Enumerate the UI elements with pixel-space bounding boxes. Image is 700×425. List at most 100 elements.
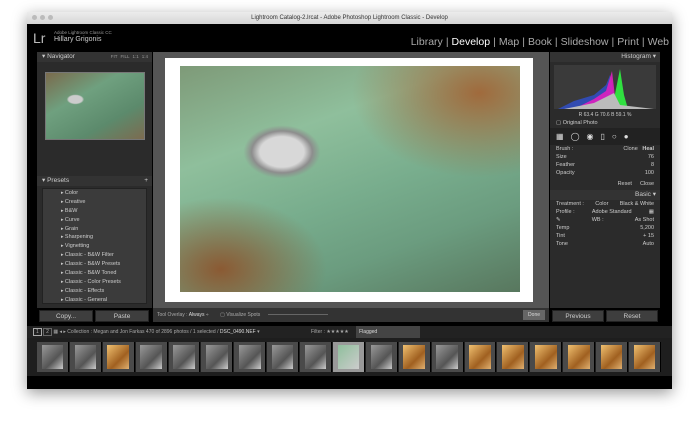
page-1[interactable]: 1 — [33, 328, 42, 336]
brush-label: Brush : — [556, 146, 574, 152]
filmstrip-thumb[interactable] — [201, 342, 234, 372]
preset-folder[interactable]: Classic - Color Presets — [43, 278, 146, 287]
tint-slider[interactable]: Tint + 15 — [550, 232, 660, 240]
filmstrip-thumb[interactable] — [102, 342, 135, 372]
preset-folder[interactable]: Creative — [43, 198, 146, 207]
red-eye-icon[interactable]: ◉ — [587, 132, 594, 141]
module-library[interactable]: Library — [411, 36, 443, 48]
previous-button[interactable]: Previous — [552, 310, 604, 322]
filmstrip-thumb[interactable] — [629, 342, 661, 372]
filmstrip-thumb[interactable] — [530, 342, 563, 372]
filmstrip-thumb[interactable] — [234, 342, 267, 372]
preset-folder[interactable]: Classic - Effects — [43, 287, 146, 296]
treatment-label: Treatment : — [556, 201, 584, 207]
paste-button[interactable]: Paste — [95, 310, 149, 322]
zoom-fill[interactable]: FILL — [120, 52, 129, 62]
preset-folder[interactable]: Classic - General — [43, 296, 146, 305]
collection-label[interactable]: Collection : Megan and Jon Farkas — [67, 329, 144, 335]
tint-value[interactable]: + 15 — [643, 233, 654, 239]
spot-removal-icon[interactable]: ◯ — [571, 132, 580, 141]
eyedropper-icon[interactable]: ✎ — [556, 217, 561, 223]
filmstrip-thumb[interactable] — [135, 342, 168, 372]
temp-value[interactable]: 5,200 — [640, 225, 654, 231]
filmstrip-thumb[interactable] — [464, 342, 497, 372]
rating-filter[interactable]: ★★★★★ — [326, 329, 350, 335]
brush-reset-button[interactable]: Reset — [618, 181, 632, 187]
preset-folder[interactable]: Classic - B&W Filter — [43, 251, 146, 260]
histogram-graph — [558, 69, 654, 109]
original-photo-checkbox[interactable]: ▢ Original Photo — [550, 118, 660, 128]
filter-select[interactable]: Flagged — [356, 326, 421, 338]
module-web[interactable]: Web — [648, 36, 669, 48]
page-2[interactable]: 2 — [43, 328, 52, 336]
module-map[interactable]: Map — [499, 36, 519, 48]
preset-folder[interactable]: Classic - B&W Toned — [43, 269, 146, 278]
histogram-header[interactable]: Histogram ▾ — [550, 52, 660, 62]
copy-button[interactable]: Copy... — [39, 310, 93, 322]
grid-icon[interactable]: ▦ — [53, 329, 58, 335]
preset-folder[interactable]: Sharpening — [43, 233, 146, 242]
visualize-spots-checkbox[interactable]: ▢ — [220, 312, 225, 318]
module-develop[interactable]: Develop — [452, 36, 491, 48]
filmstrip-thumb[interactable] — [267, 342, 300, 372]
heal-button[interactable]: Heal — [642, 146, 654, 152]
tool-overlay-select[interactable]: Always — [189, 312, 205, 318]
size-value[interactable]: 76 — [648, 154, 654, 160]
presets-title: Presets — [47, 177, 70, 184]
filmstrip-thumb[interactable] — [37, 342, 69, 372]
filmstrip — [27, 338, 672, 376]
reset-button[interactable]: Reset — [606, 310, 658, 322]
done-button[interactable]: Done — [523, 310, 545, 320]
module-book[interactable]: Book — [528, 36, 552, 48]
filmstrip-thumb[interactable] — [398, 342, 431, 372]
filmstrip-thumb[interactable] — [300, 342, 333, 372]
filmstrip-thumb-selected[interactable] — [333, 342, 365, 372]
add-preset-icon[interactable]: + — [144, 176, 148, 186]
brush-close-button[interactable]: Close — [640, 181, 654, 187]
filmstrip-thumb[interactable] — [69, 342, 102, 372]
file-name[interactable]: DSC_0490.NEF — [220, 329, 256, 335]
preset-folder[interactable]: Color — [43, 189, 146, 198]
wb-select[interactable]: As Shot — [635, 217, 654, 223]
preset-folder[interactable]: B&W — [43, 207, 146, 216]
adjustment-brush-icon[interactable]: ● — [624, 132, 629, 141]
treatment-color[interactable]: Color — [595, 201, 608, 207]
visualize-slider[interactable] — [267, 314, 328, 316]
filmstrip-thumb[interactable] — [365, 342, 398, 372]
radial-filter-icon[interactable]: ○ — [612, 132, 617, 141]
opacity-value[interactable]: 100 — [645, 170, 654, 176]
module-print[interactable]: Print — [617, 36, 639, 48]
module-slideshow[interactable]: Slideshow — [561, 36, 609, 48]
presets-header[interactable]: ▾ Presets + — [37, 176, 152, 186]
preset-folder[interactable]: Grain — [43, 225, 146, 234]
preset-folder[interactable]: Vignetting — [43, 242, 146, 251]
filmstrip-thumb[interactable] — [596, 342, 629, 372]
preset-folder[interactable]: Curve — [43, 216, 146, 225]
navigator-preview[interactable] — [45, 72, 145, 140]
navigator-header[interactable]: ▾ Navigator FIT FILL 1:1 1:4 — [37, 52, 152, 62]
photo-canvas[interactable] — [179, 65, 521, 293]
zoom-1-4[interactable]: 1:4 — [142, 52, 148, 62]
zoom-fit[interactable]: FIT — [111, 52, 118, 62]
treatment-bw[interactable]: Black & White — [620, 201, 654, 207]
crop-icon[interactable]: ▦ — [556, 132, 564, 141]
graduated-filter-icon[interactable]: ▯ — [601, 132, 605, 141]
filmstrip-thumb[interactable] — [563, 342, 596, 372]
filmstrip-thumb[interactable] — [497, 342, 530, 372]
profile-select[interactable]: Adobe Standard — [592, 209, 632, 215]
size-slider[interactable]: Size 76 — [550, 153, 660, 161]
auto-tone-button[interactable]: Auto — [643, 241, 654, 247]
temp-slider[interactable]: Temp 5,200 — [550, 224, 660, 232]
preset-folder[interactable]: Classic - B&W Presets — [43, 260, 146, 269]
zoom-1-1[interactable]: 1:1 — [132, 52, 138, 62]
filmstrip-thumb[interactable] — [431, 342, 464, 372]
clone-button[interactable]: Clone — [623, 146, 637, 152]
feather-slider[interactable]: Feather 8 — [550, 161, 660, 169]
window-controls[interactable] — [32, 15, 53, 20]
g-value: 70.6 — [599, 112, 610, 118]
profile-browser-icon[interactable]: ▦ — [649, 209, 654, 215]
basic-header[interactable]: Basic ▾ — [550, 190, 660, 200]
filmstrip-thumb[interactable] — [168, 342, 201, 372]
opacity-slider[interactable]: Opacity 100 — [550, 169, 660, 177]
feather-value[interactable]: 8 — [651, 162, 654, 168]
